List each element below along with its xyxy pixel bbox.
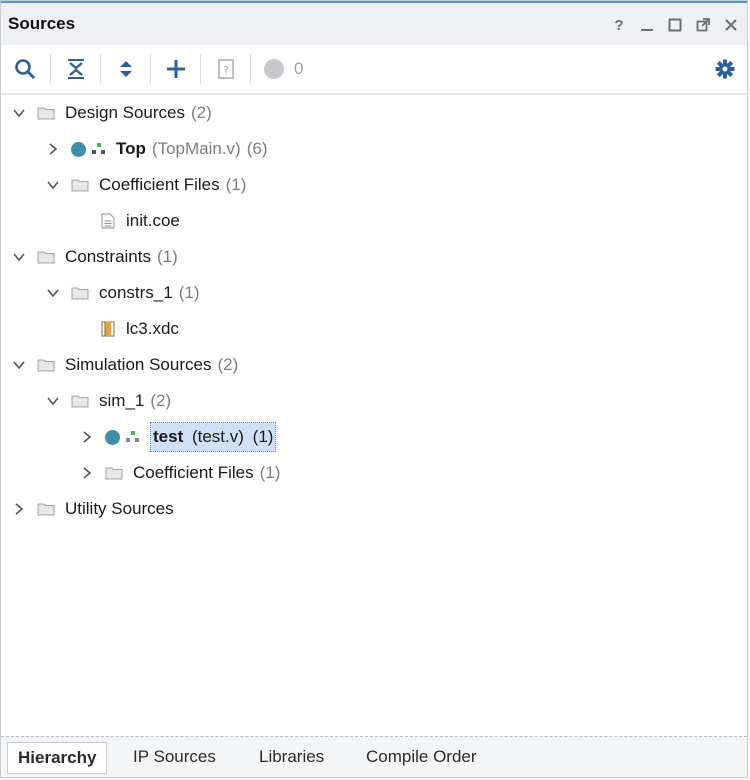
gear-icon[interactable]: [713, 57, 737, 81]
toolbar-separator: [150, 54, 151, 84]
toolbar-separator: [200, 54, 201, 84]
add-icon[interactable]: [164, 57, 188, 81]
node-count: (2): [191, 103, 212, 122]
tree-node-utility-sources[interactable]: Utility Sources: [11, 491, 174, 527]
file-icon: [101, 213, 115, 229]
tree-node-test[interactable]: test (test.v) (1): [79, 419, 277, 455]
node-count: (1): [156, 247, 178, 266]
node-label: test: [153, 427, 184, 446]
node-label: Top: [116, 139, 146, 158]
node-label: Coefficient Files: [99, 175, 220, 194]
collapse-all-icon[interactable]: [64, 57, 88, 81]
toolbar-separator: [100, 54, 101, 84]
module-status-icon: [71, 141, 86, 157]
chevron-down-icon[interactable]: [11, 249, 27, 265]
title-controls: ?: [611, 17, 739, 34]
chevron-down-icon[interactable]: [45, 177, 61, 193]
node-label: lc3.xdc: [126, 319, 179, 338]
folder-icon: [37, 503, 55, 516]
node-count: (1): [178, 283, 200, 302]
folder-icon: [71, 395, 89, 408]
folder-icon: [37, 359, 55, 372]
toolbar-separator: [50, 54, 51, 84]
maximize-icon[interactable]: [667, 17, 683, 33]
tree-node-coefficient-files-sim[interactable]: Coefficient Files (1): [79, 455, 280, 491]
panel-titlebar: Sources ?: [1, 3, 747, 45]
node-label: Coefficient Files: [133, 463, 254, 482]
tab-compile-order[interactable]: Compile Order: [356, 742, 487, 772]
source-tree: Design Sources (2) Top (TopMain.v) (6) C…: [1, 95, 747, 737]
node-count: (1): [259, 463, 281, 482]
status-count: 0: [294, 59, 304, 78]
chevron-down-icon[interactable]: [45, 393, 61, 409]
toolbar-separator: [250, 54, 251, 84]
tree-node-coefficient-files[interactable]: Coefficient Files (1): [45, 167, 246, 203]
search-icon[interactable]: [13, 57, 37, 81]
tree-node-design-sources[interactable]: Design Sources (2): [11, 95, 212, 131]
tree-node-top[interactable]: Top (TopMain.v) (6): [45, 131, 268, 167]
tree-node-init-coe[interactable]: init.coe: [101, 203, 180, 239]
status-dot-icon: [264, 59, 284, 79]
chevron-down-icon[interactable]: [11, 105, 27, 121]
tree-node-sim-1[interactable]: sim_1 (2): [45, 383, 171, 419]
tab-ip-sources[interactable]: IP Sources: [123, 742, 226, 772]
node-file: (test.v): [191, 427, 244, 446]
folder-icon: [71, 179, 89, 192]
minimize-icon[interactable]: [639, 17, 655, 33]
node-label: sim_1: [99, 391, 145, 410]
chevron-right-icon[interactable]: [79, 429, 95, 445]
folder-icon: [37, 107, 55, 120]
hierarchy-icon: [126, 431, 139, 442]
expand-all-icon[interactable]: [114, 57, 138, 81]
node-count: (1): [252, 427, 274, 446]
node-count: (2): [150, 391, 172, 410]
properties-icon[interactable]: ?: [214, 57, 238, 81]
node-count: (6): [246, 139, 268, 158]
node-label: Utility Sources: [65, 499, 174, 518]
node-label: init.coe: [126, 211, 180, 230]
help-icon[interactable]: ?: [611, 17, 627, 34]
svg-text:?: ?: [223, 64, 229, 77]
module-status-icon: [105, 429, 120, 445]
panel-title: Sources: [8, 14, 76, 33]
folder-icon: [37, 251, 55, 264]
node-label: constrs_1: [99, 283, 173, 302]
selected-node-label[interactable]: test (test.v) (1): [150, 422, 277, 452]
node-count: (2): [217, 355, 239, 374]
folder-icon: [105, 467, 123, 480]
tab-libraries[interactable]: Libraries: [249, 742, 334, 772]
chevron-down-icon[interactable]: [11, 357, 27, 373]
constraint-file-icon: [101, 321, 115, 337]
tree-node-constrs-1[interactable]: constrs_1 (1): [45, 275, 199, 311]
tree-node-lc3-xdc[interactable]: lc3.xdc: [101, 311, 179, 347]
tree-node-constraints[interactable]: Constraints (1): [11, 239, 178, 275]
node-label: Constraints: [65, 247, 151, 266]
node-label: Design Sources: [65, 103, 186, 122]
node-count: (1): [225, 175, 247, 194]
close-icon[interactable]: [723, 17, 739, 33]
chevron-down-icon[interactable]: [45, 285, 61, 301]
chevron-right-icon[interactable]: [11, 501, 27, 517]
tree-node-simulation-sources[interactable]: Simulation Sources (2): [11, 347, 238, 383]
chevron-right-icon[interactable]: [79, 465, 95, 481]
folder-icon: [71, 287, 89, 300]
toolbar: ? 0: [1, 45, 747, 95]
status-indicator[interactable]: 0: [264, 57, 324, 81]
hierarchy-icon: [92, 143, 105, 154]
view-tabs: Hierarchy IP Sources Libraries Compile O…: [1, 736, 747, 777]
tab-hierarchy[interactable]: Hierarchy: [7, 742, 108, 774]
node-file: (TopMain.v): [151, 139, 241, 158]
chevron-right-icon[interactable]: [45, 141, 61, 157]
node-label: Simulation Sources: [65, 355, 212, 374]
sources-panel: Sources ? ? 0 Design Sources (2) Top (To…: [0, 0, 748, 778]
float-icon[interactable]: [695, 17, 711, 33]
